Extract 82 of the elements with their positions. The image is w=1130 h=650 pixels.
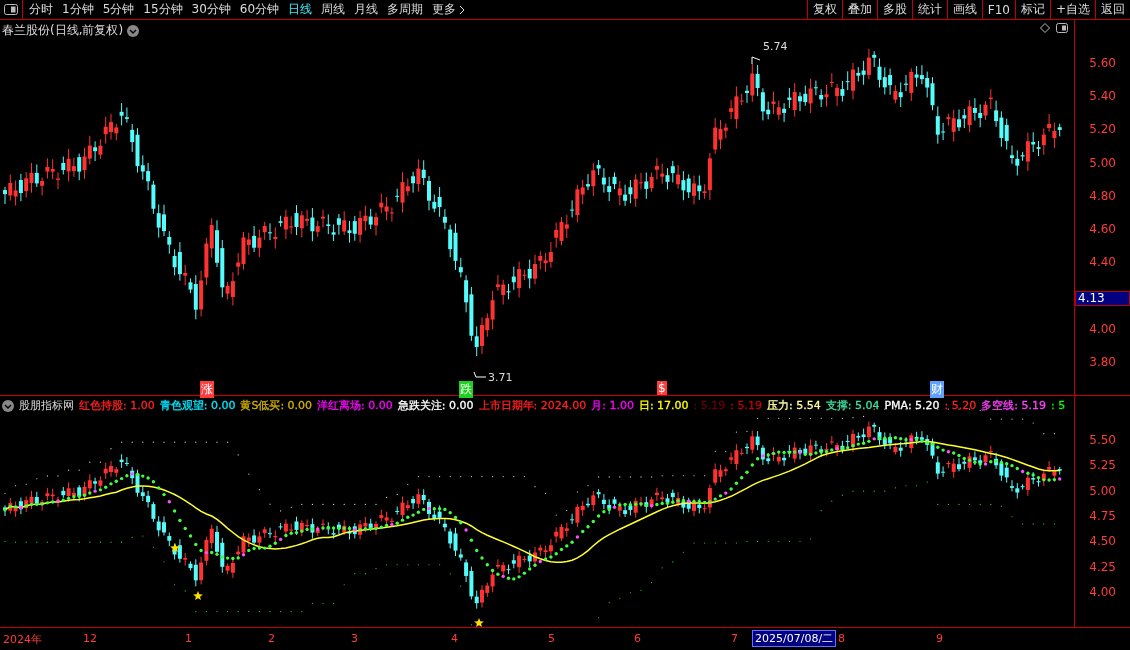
price-tick: 4.80 [1089,188,1116,203]
chevron-right-icon [459,4,466,15]
dropdown-icon[interactable] [2,399,14,412]
period-tab[interactable]: 周线 [321,1,346,18]
period-tab[interactable]: 1分钟 [62,1,94,18]
price-tick: 3.80 [1089,354,1116,369]
legend-value: 多空线: 5.19 [981,398,1046,413]
price-tick: 4.00 [1089,321,1116,336]
current-price-label: 4.13 [1075,291,1130,306]
indicator-name: 股朋指标网 [19,398,74,413]
indicator-tick: 5.50 [1089,433,1116,447]
time-tick: 1 [185,632,192,645]
period-tab[interactable]: 日线 [288,1,313,18]
legend-value: 青色观望: 0.00 [159,398,236,413]
legend-value: 支撑: 5.04 [825,398,880,413]
time-tick: 5 [548,632,555,645]
indicator-tick: 5.25 [1089,458,1116,473]
time-tick: 2024年 [3,632,42,647]
legend-value: : 5.19 [730,399,762,412]
toolbar-button[interactable]: 返回 [1095,0,1130,19]
panel-toggle-icon[interactable] [4,4,18,15]
low-leader-line [473,371,487,378]
legend-value: 红色持股: 1.00 [79,398,155,413]
toolbar-button[interactable]: 复权 [806,0,842,19]
high-price-label: 5.74 [763,40,788,53]
price-tick: 5.00 [1089,155,1116,170]
price-tick: 5.60 [1089,56,1116,70]
price-tick: 4.60 [1089,222,1116,236]
period-tab[interactable]: 5分钟 [102,1,135,18]
event-marker[interactable]: 涨 [200,381,214,398]
period-tab[interactable]: 30分钟 [191,1,231,18]
period-tab[interactable]: 多周期 [387,1,424,18]
price-tick: 4.40 [1089,255,1116,270]
time-tick: 12 [83,632,97,645]
cursor-date-label: 2025/07/08/二 [752,630,837,647]
legend-value: 急跌关注: 0.00 [397,398,474,413]
legend-value: : 5 [1051,399,1066,412]
legend-value: PMA: 5.20 [884,399,940,412]
toolbar-button[interactable]: 多股 [876,0,912,19]
dropdown-icon[interactable] [127,24,140,37]
indicator-tick: 4.75 [1089,508,1116,523]
toolbar-button[interactable]: 画线 [946,0,982,19]
indicator-tick: 5.00 [1089,483,1116,498]
low-price-label: 3.71 [488,371,513,384]
toolbar-button[interactable]: 统计 [911,0,947,19]
star-icon [170,543,180,552]
time-tick: 4 [451,632,458,645]
price-tick: 5.20 [1089,122,1116,137]
legend-value: 上市日期年: 2024.00 [478,398,587,413]
toolbar-button[interactable]: 叠加 [841,0,877,19]
time-tick: 8 [838,632,845,645]
toolbar-button[interactable]: 标记 [1014,0,1050,19]
high-leader-line [751,56,761,65]
time-tick: 7 [731,632,738,645]
diamond-icon[interactable] [1040,23,1050,33]
toolbar-button[interactable]: +自选 [1049,0,1095,19]
event-marker[interactable]: $ [657,381,667,395]
period-tab[interactable]: 15分钟 [143,1,183,18]
period-tab[interactable]: 更多 [432,1,466,18]
indicator-tick: 4.50 [1089,534,1116,549]
legend-value: 日: 17.00 [638,398,689,413]
price-tick: 5.40 [1089,89,1116,104]
toolbar-button[interactable]: F10 [981,0,1015,19]
legend-value: : 5.19 [693,399,726,412]
indicator-tick: 4.00 [1089,584,1116,599]
legend-value: 压力: 5.54 [767,398,821,413]
legend-value: 月: 1.00 [591,398,634,413]
star-icon [193,591,203,600]
legend-value: : 5.20 [944,399,977,412]
stock-title: 春兰股份(日线,前复权) [2,22,124,39]
panel-toggle-icon[interactable] [1056,23,1068,33]
period-tab[interactable]: 分时 [29,1,53,18]
time-tick: 2 [268,632,275,645]
time-tick: 9 [936,632,943,645]
time-tick: 3 [351,632,358,645]
period-tab[interactable]: 60分钟 [239,1,280,18]
period-tab[interactable]: 月线 [354,1,379,18]
indicator-tick: 4.25 [1089,559,1116,574]
star-icon [474,618,484,627]
legend-value: 黄S低买: 0.00 [240,398,313,413]
time-tick: 6 [634,632,641,645]
legend-value: 洋红离场: 0.00 [317,398,393,413]
